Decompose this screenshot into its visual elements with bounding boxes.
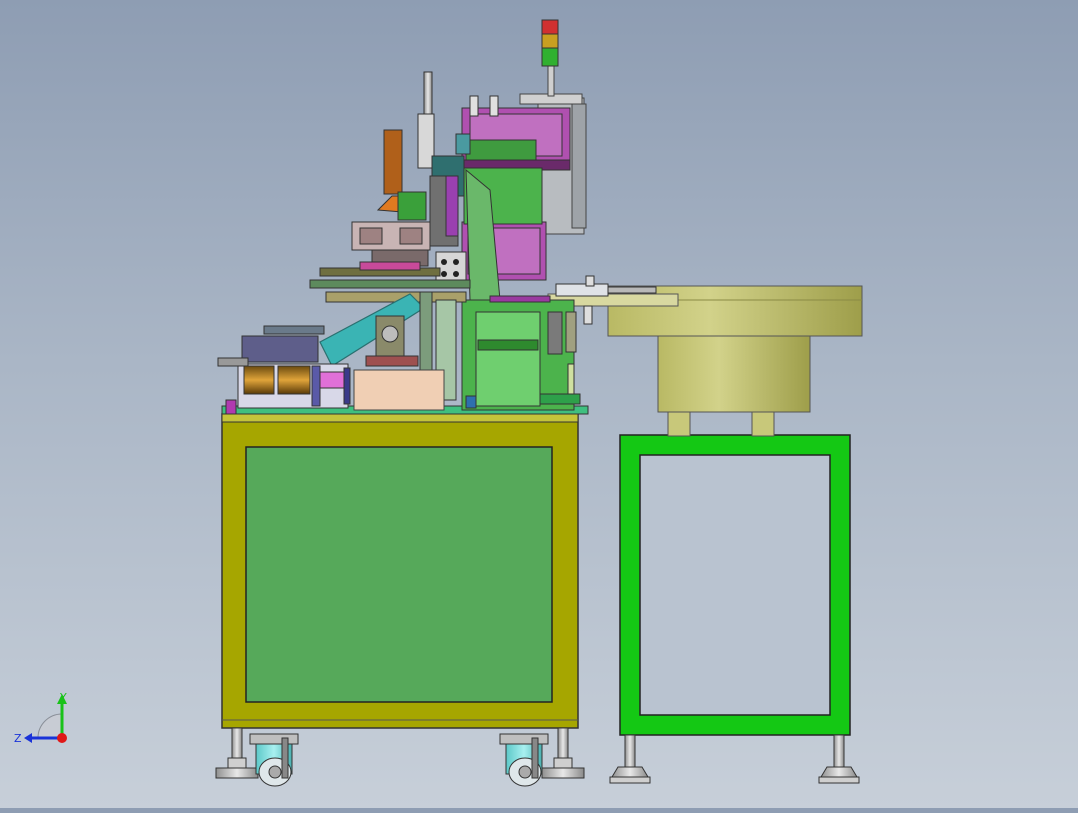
feeder-stand-opening <box>639 454 831 716</box>
orientation-triad[interactable]: Y Z <box>12 690 82 760</box>
feeder-foot-left <box>609 734 651 784</box>
caster-right <box>499 727 585 787</box>
upper-motor[interactable] <box>461 107 571 171</box>
main-frame-panel <box>245 446 553 703</box>
discharge-ramp <box>319 293 425 367</box>
y-axis-label: Y <box>59 691 67 704</box>
part-bin <box>353 369 445 411</box>
vibratory-bowl-feeder[interactable] <box>547 275 863 437</box>
x-axis-dot <box>57 733 67 743</box>
feeder-foot-right <box>818 734 860 784</box>
caster-left <box>215 727 299 787</box>
signal-tower-light <box>541 19 559 97</box>
main-frame[interactable] <box>221 413 579 729</box>
cad-viewport[interactable]: Y Z <box>0 0 1078 808</box>
assembly-drawing <box>215 19 863 787</box>
z-axis-label: Z <box>14 732 22 745</box>
feeder-stand[interactable] <box>619 434 851 736</box>
